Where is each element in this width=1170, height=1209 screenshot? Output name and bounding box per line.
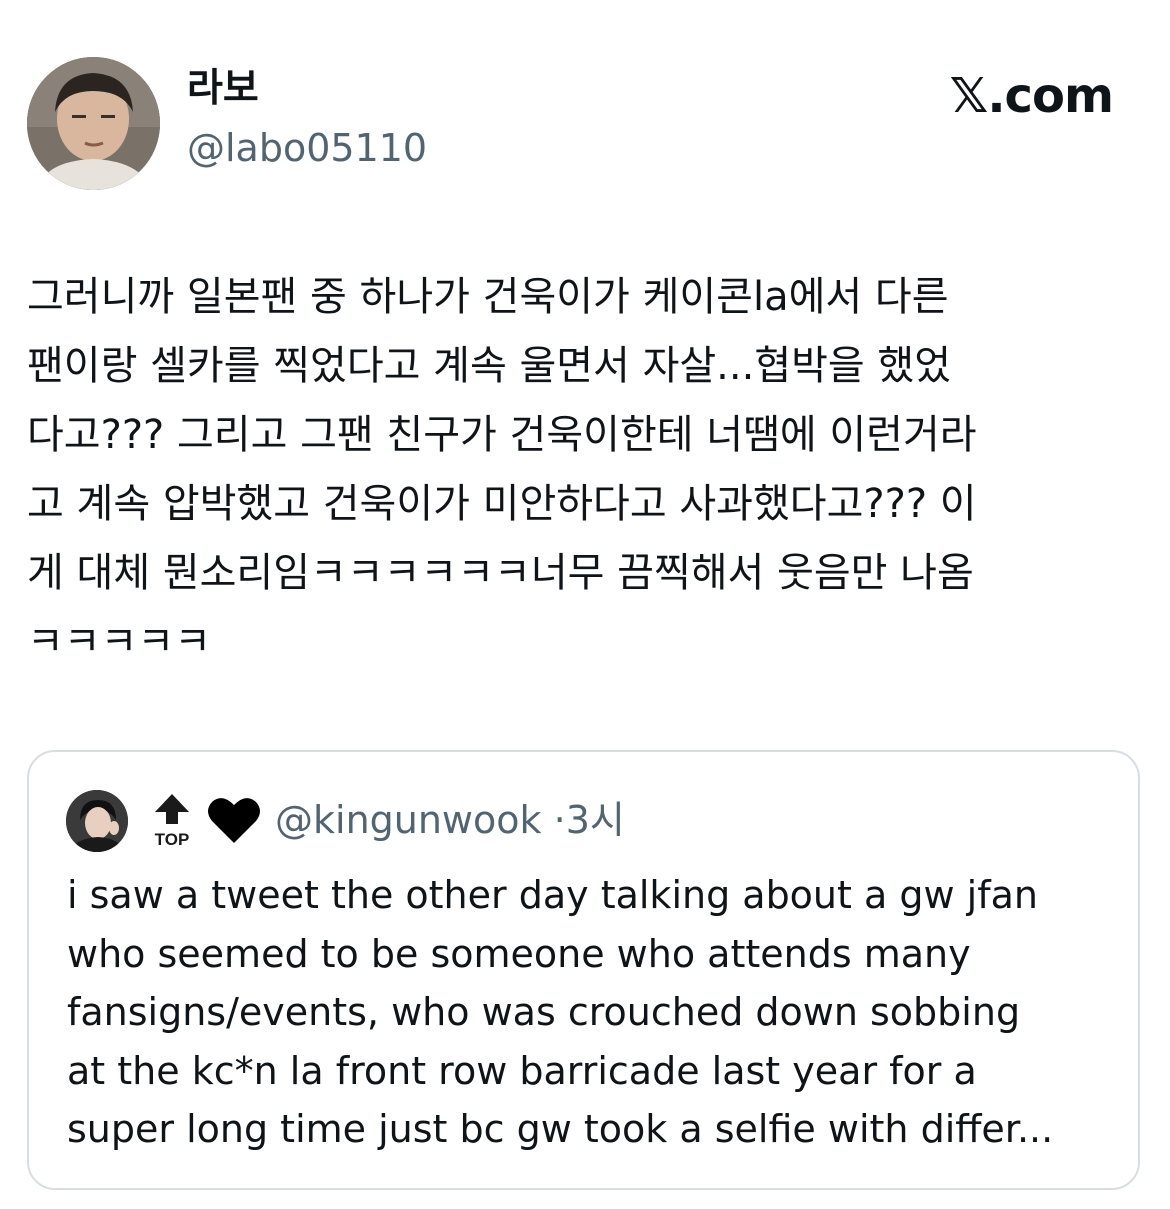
black-heart-icon xyxy=(208,798,260,843)
profile-photo-icon xyxy=(66,790,128,852)
top-arrow-icon: TOP xyxy=(155,794,190,848)
quote-time: 3시 xyxy=(565,798,625,842)
author-avatar[interactable] xyxy=(27,57,160,190)
tweet-text: 그러니까 일본팬 중 하나가 건욱이가 케이콘la에서 다른 팬이랑 셀카를 찍… xyxy=(27,274,977,665)
quote-author-handle[interactable]: @kingunwook ·3시 xyxy=(275,798,625,844)
profile-photo-icon xyxy=(27,57,160,190)
author-display-name[interactable]: 라보 xyxy=(187,66,259,113)
x-brand-logo: 𝕏.com xyxy=(949,68,1114,124)
quote-text: i saw a tweet the other day talking abou… xyxy=(67,873,1054,1151)
author-handle[interactable]: @labo05110 xyxy=(187,126,427,172)
quoted-tweet-card[interactable]: TOP @kingunwook ·3시 i saw a tweet the ot… xyxy=(27,750,1140,1190)
quote-separator: · xyxy=(553,798,566,842)
quote-handle-text: @kingunwook xyxy=(275,798,542,842)
svg-text:TOP: TOP xyxy=(155,830,190,848)
quote-author-avatar[interactable] xyxy=(66,790,128,852)
